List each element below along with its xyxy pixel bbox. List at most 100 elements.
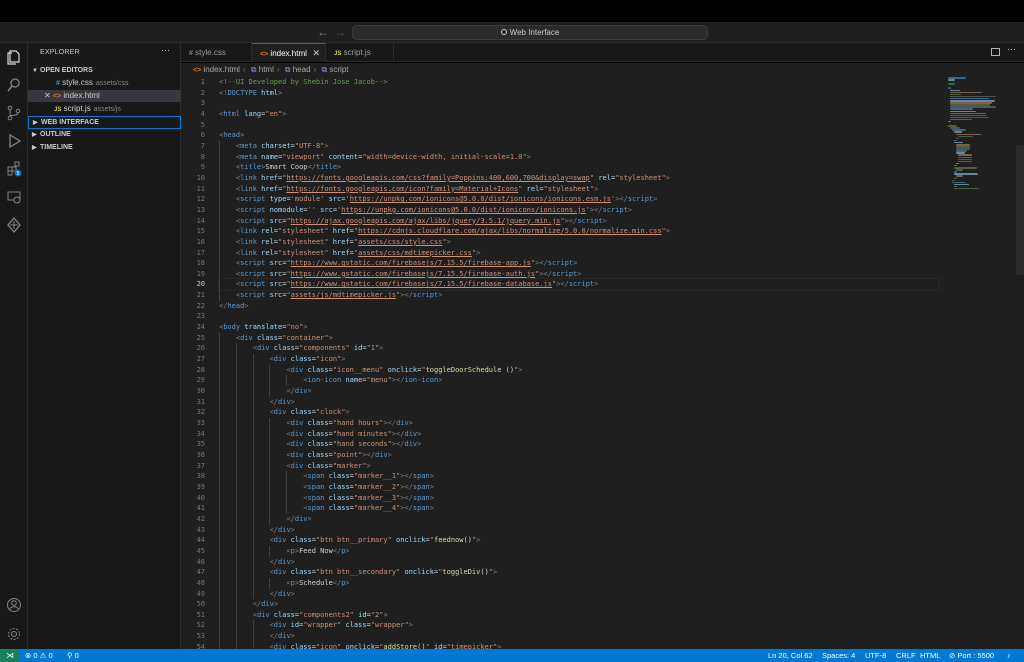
- editor-scrollbar[interactable]: [1016, 145, 1024, 275]
- gitlens-icon[interactable]: [6, 217, 22, 233]
- command-center-search[interactable]: Web Interface: [352, 25, 708, 40]
- code-line[interactable]: <div class="components" id="1">: [219, 343, 939, 355]
- remote-indicator-icon[interactable]: ⋊: [0, 649, 20, 662]
- settings-gear-icon[interactable]: [6, 626, 22, 642]
- code-line[interactable]: <link rel="stylesheet" href="https://cdn…: [219, 226, 939, 237]
- code-line[interactable]: <script src="assets/js/mdtimepicker.js">…: [219, 290, 939, 301]
- code-line[interactable]: <div class="icon">: [219, 354, 939, 365]
- back-arrow-icon[interactable]: ←: [317, 25, 329, 39]
- code-line[interactable]: <body translate="no">: [219, 322, 939, 333]
- more-actions-icon[interactable]: ···: [1007, 44, 1016, 54]
- explorer-icon[interactable]: [6, 49, 22, 65]
- tab-style-css[interactable]: # style.css: [181, 43, 252, 62]
- open-editor-style-css[interactable]: # style.css assets/css: [28, 77, 181, 89]
- language-mode[interactable]: HTML: [920, 649, 940, 662]
- code-line[interactable]: <div class="icon__menu" onclick="toggleD…: [219, 364, 939, 376]
- code-line[interactable]: [219, 311, 939, 322]
- code-line[interactable]: <div class="clock">: [219, 407, 939, 418]
- breadcrumb-item[interactable]: index.html: [203, 65, 239, 74]
- code-line[interactable]: </div>: [219, 631, 939, 642]
- breadcrumb-item[interactable]: html: [259, 65, 274, 74]
- accounts-icon[interactable]: [6, 597, 22, 613]
- code-line[interactable]: </div>: [219, 396, 939, 408]
- code-line[interactable]: [219, 98, 939, 109]
- code-line[interactable]: </div>: [219, 599, 939, 610]
- code-line[interactable]: <p>Schedule</p>: [219, 577, 939, 589]
- code-line[interactable]: <head>: [219, 130, 939, 141]
- code-line[interactable]: <div class="hand hours"></div>: [219, 418, 939, 429]
- code-line[interactable]: <div class="components2" id="2">: [219, 609, 939, 621]
- code-line[interactable]: <meta charset="UTF-8">: [219, 140, 939, 152]
- code-line[interactable]: </head>: [219, 301, 939, 312]
- code-line[interactable]: <span class="marker__4"></span>: [219, 503, 939, 514]
- code-line[interactable]: <span class="marker__3"></span>: [219, 492, 939, 504]
- web-interface-section[interactable]: ▶ WEB INTERFACE: [28, 116, 181, 129]
- code-line[interactable]: <link href="https://fonts.googleapis.com…: [219, 172, 939, 184]
- minimap-line: [950, 91, 982, 94]
- code-line[interactable]: <div id="wrapper" class="wrapper">: [219, 620, 939, 632]
- ports-indicator[interactable]: ⚲ 0: [67, 649, 79, 662]
- forward-arrow-icon[interactable]: →: [334, 25, 346, 39]
- code-line[interactable]: <link rel="stylesheet" href="assets/css/…: [219, 247, 939, 259]
- code-line[interactable]: <span class="marker__2"></span>: [219, 481, 939, 493]
- tab-index-html[interactable]: <> index.html ✕: [252, 43, 326, 62]
- code-line[interactable]: <script nomodule='' src='https://unpkg.c…: [219, 204, 939, 216]
- close-icon[interactable]: ✕: [44, 91, 51, 100]
- line-ending[interactable]: CRLF: [896, 649, 916, 662]
- explorer-more-icon[interactable]: ···: [161, 45, 170, 55]
- open-editors-section[interactable]: ▼ OPEN EDITORS: [28, 65, 181, 77]
- open-editor-script-js[interactable]: JS script.js assets/js: [28, 103, 181, 115]
- code-line[interactable]: <meta name="viewport" content="width=dev…: [219, 151, 939, 163]
- code-line[interactable]: </div>: [219, 588, 939, 600]
- code-line[interactable]: <div class="marker">: [219, 460, 939, 472]
- code-line[interactable]: <script src="https://www.gstatic.com/fir…: [219, 268, 939, 280]
- minimap[interactable]: [948, 77, 1016, 197]
- code-line[interactable]: <!DOCTYPE html>: [219, 88, 939, 99]
- code-line[interactable]: <div class="hand seconds"></div>: [219, 439, 939, 450]
- code-line[interactable]: </div>: [219, 386, 939, 397]
- code-line[interactable]: </div>: [219, 556, 939, 568]
- code-line[interactable]: </div>: [219, 524, 939, 536]
- code-line[interactable]: <ion-icon name="menu"></ion-icon>: [219, 375, 939, 387]
- code-line[interactable]: [219, 120, 939, 131]
- code-line[interactable]: <div class="hand minutes"></div>: [219, 428, 939, 440]
- breadcrumb-item[interactable]: head: [293, 65, 311, 74]
- source-control-icon[interactable]: [6, 105, 22, 121]
- outline-section[interactable]: ▶ OUTLINE: [28, 129, 181, 141]
- live-server-port[interactable]: ⊘ Port : 5500: [949, 649, 994, 662]
- timeline-section[interactable]: ▶ TIMELINE: [28, 142, 181, 154]
- code-line[interactable]: <html lang="en">: [219, 109, 939, 120]
- code-line[interactable]: <!--UI Developed by Shebin Jose Jacob-->: [219, 77, 939, 88]
- code-line[interactable]: <div class="container">: [219, 332, 939, 344]
- code-line[interactable]: <div class="btn btn__secondary" onclick=…: [219, 567, 939, 578]
- code-line[interactable]: <div class="icon" onclick="addStore()" i…: [219, 641, 939, 649]
- remote-explorer-icon[interactable]: [6, 189, 22, 205]
- code-line[interactable]: <link href="https://fonts.googleapis.com…: [219, 183, 939, 195]
- split-editor-icon[interactable]: [991, 48, 1000, 56]
- code-line[interactable]: <script src="https://ajax.googleapis.com…: [219, 215, 939, 227]
- breadcrumb-item[interactable]: script: [329, 65, 348, 74]
- code-line[interactable]: <title>Smart Coop</title>: [219, 162, 939, 173]
- search-view-icon[interactable]: [6, 77, 22, 93]
- notifications-bell-icon[interactable]: ♪: [1007, 649, 1011, 662]
- code-line[interactable]: </div>: [219, 513, 939, 525]
- extensions-icon[interactable]: 5: [6, 161, 22, 177]
- encoding[interactable]: UTF-8: [865, 649, 886, 662]
- code-line[interactable]: <link rel="stylesheet" href="assets/css/…: [219, 236, 939, 248]
- code-line[interactable]: <script src="https://www.gstatic.com/fir…: [219, 258, 939, 269]
- cursor-position[interactable]: Ln 20, Col 62: [768, 649, 813, 662]
- code-line[interactable]: <div class="btn btn__primary" onclick="f…: [219, 535, 939, 546]
- code-editor[interactable]: 1 2 3 4 5 6 7 8 9 10 11 12 13 14 15 16 17 18 19 20 21 22 23 24 2…: [181, 77, 1024, 649]
- code-lines[interactable]: <!--UI Developed by Shebin Jose Jacob-->…: [218, 77, 940, 649]
- code-line[interactable]: <script src="https://www.gstatic.com/fir…: [218, 278, 940, 292]
- open-editor-index-html[interactable]: ✕ <> index.html: [28, 90, 181, 102]
- tab-script-js[interactable]: JS script.js: [326, 43, 394, 62]
- code-line[interactable]: <script type='module' src='https://unpkg…: [219, 194, 939, 205]
- code-line[interactable]: <div class="point"></div>: [219, 449, 939, 461]
- indentation[interactable]: Spaces: 4: [822, 649, 855, 662]
- code-line[interactable]: <span class="marker__1"></span>: [219, 471, 939, 482]
- code-line[interactable]: <p>Feed Now</p>: [219, 545, 939, 557]
- run-debug-icon[interactable]: [6, 133, 22, 149]
- problems-indicator[interactable]: ⊗ 0 ⚠ 0: [25, 649, 53, 662]
- close-icon[interactable]: ✕: [312, 44, 320, 63]
